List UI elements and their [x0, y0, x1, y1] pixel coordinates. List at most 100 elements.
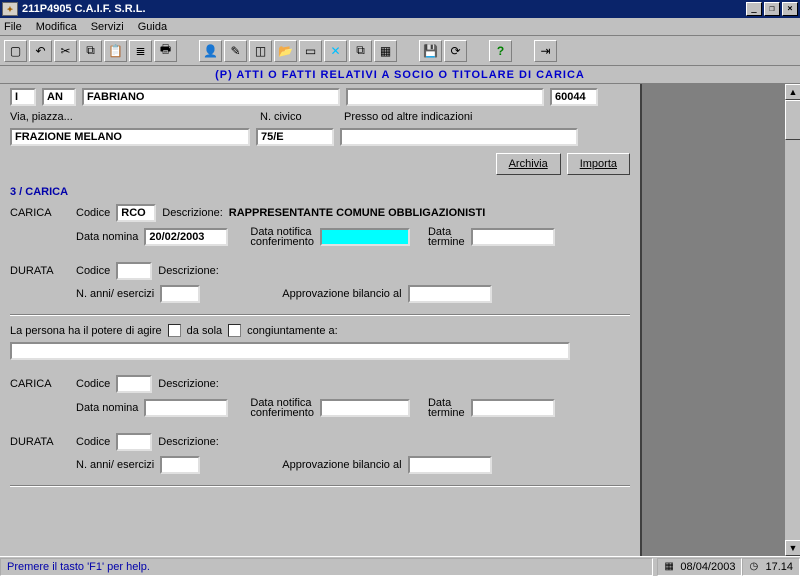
toolbar-refresh-icon[interactable]: ⟳ [444, 40, 467, 62]
toolbar-edit-icon[interactable]: ✎ [224, 40, 247, 62]
titlebar: ✦ 211P4905 C.A.I.F. S.R.L. _ ❐ × [0, 0, 800, 18]
agire-congiuntamente-checkbox[interactable] [228, 324, 241, 337]
form-panel: Via, piazza... N. civico Presso od altre… [0, 84, 640, 556]
scroll-thumb[interactable] [785, 100, 800, 140]
carica2-termine-input[interactable] [471, 399, 555, 417]
carica1-descr-value: RAPPRESENTANTE COMUNE OBBLIGAZIONISTI [229, 207, 485, 219]
durata2-approv-label: Approvazione bilancio al [282, 459, 401, 471]
toolbar-help-icon[interactable]: ? [489, 40, 512, 62]
agire-cb2-label: congiuntamente a: [247, 325, 338, 337]
durata2-approv-input[interactable] [408, 456, 492, 474]
carica1-nomina-input[interactable] [144, 228, 228, 246]
durata2-label: DURATA [10, 436, 70, 448]
divider [10, 314, 630, 316]
prov-input[interactable] [42, 88, 76, 106]
toolbar-grid-icon[interactable]: ▦ [374, 40, 397, 62]
toolbar: ▢ ↶ ✂ ⧉ 📋 ≣ 🖶 👤 ✎ ◫ 📂 ▭ ✕ ⧉ ▦ 💾 ⟳ ? ⇥ [0, 36, 800, 66]
menu-file[interactable]: File [4, 21, 22, 33]
importa-button[interactable]: Importa [567, 153, 630, 175]
toolbar-delete-icon[interactable]: ✕ [324, 40, 347, 62]
page-header: (P) ATTI O FATTI RELATIVI A SOCIO O TITO… [0, 66, 800, 84]
carica1-termine-input[interactable] [471, 228, 555, 246]
carica1-notifica-input[interactable] [320, 228, 410, 246]
toolbar-open-icon[interactable]: 📂 [274, 40, 297, 62]
status-date: 08/04/2003 [680, 561, 735, 573]
toolbar-doc-icon[interactable]: ◫ [249, 40, 272, 62]
presso-input[interactable] [340, 128, 578, 146]
durata1-descr-label: Descrizione: [158, 265, 219, 277]
via-input[interactable] [10, 128, 250, 146]
toolbar-exit-icon[interactable]: ⇥ [534, 40, 557, 62]
toolbar-card-icon[interactable]: ▭ [299, 40, 322, 62]
agire-cb1-label: da sola [187, 325, 222, 337]
presso-label: Presso od altre indicazioni [344, 111, 472, 123]
carica1-termine-label2: termine [428, 236, 465, 248]
maximize-button[interactable]: ❐ [764, 2, 780, 16]
carica2-descr-label: Descrizione: [158, 378, 219, 390]
carica1-codice-input[interactable] [116, 204, 156, 222]
menu-modifica[interactable]: Modifica [36, 21, 77, 33]
carica2-nomina-label: Data nomina [76, 402, 138, 414]
window-title: 211P4905 C.A.I.F. S.R.L. [22, 3, 146, 15]
carica1-descr-label: Descrizione: [162, 207, 223, 219]
durata2-descr-label: Descrizione: [158, 436, 219, 448]
right-pane [640, 84, 800, 556]
durata2-codice-input[interactable] [116, 433, 152, 451]
toolbar-copy-icon[interactable]: ⧉ [79, 40, 102, 62]
menu-guida[interactable]: Guida [138, 21, 167, 33]
toolbar-undo-icon[interactable]: ↶ [29, 40, 52, 62]
toolbar-save-icon[interactable]: 💾 [419, 40, 442, 62]
via-label: Via, piazza... [10, 111, 254, 123]
durata1-anni-label: N. anni/ esercizi [76, 288, 154, 300]
carica2-notifica-input[interactable] [320, 399, 410, 417]
section-title: 3 / CARICA [10, 186, 630, 198]
carica2-termine-label2: termine [428, 407, 465, 419]
statusbar: Premere il tasto 'F1' per help. ▦ 08/04/… [0, 556, 800, 576]
minimize-button[interactable]: _ [746, 2, 762, 16]
toolbar-copy2-icon[interactable]: ⧉ [349, 40, 372, 62]
agire-text: La persona ha il potere di agire [10, 325, 162, 337]
carica1-nomina-label: Data nomina [76, 231, 138, 243]
toolbar-user-icon[interactable]: 👤 [199, 40, 222, 62]
clock-icon: ◷ [749, 561, 765, 572]
durata1-label: DURATA [10, 265, 70, 277]
toolbar-print-icon[interactable]: 🖶 [154, 40, 177, 62]
carica2-codice-input[interactable] [116, 375, 152, 393]
app-icon: ✦ [2, 2, 18, 16]
civico-label: N. civico [260, 111, 338, 123]
prov-code-input[interactable] [10, 88, 36, 106]
scroll-down-icon[interactable]: ▼ [785, 540, 800, 556]
toolbar-new-icon[interactable]: ▢ [4, 40, 27, 62]
carica2-codice-label: Codice [76, 378, 110, 390]
civico-input[interactable] [256, 128, 334, 146]
toolbar-paste-icon[interactable]: 📋 [104, 40, 127, 62]
extra-input[interactable] [346, 88, 544, 106]
status-help: Premere il tasto 'F1' per help. [0, 558, 653, 576]
divider-bottom [10, 485, 630, 487]
carica2-label: CARICA [10, 378, 70, 390]
status-date-cell: ▦ 08/04/2003 [657, 558, 742, 576]
durata1-approv-input[interactable] [408, 285, 492, 303]
carica2-notifica-label2: conferimento [250, 407, 314, 419]
scroll-up-icon[interactable]: ▲ [785, 84, 800, 100]
toolbar-cut-icon[interactable]: ✂ [54, 40, 77, 62]
toolbar-list-icon[interactable]: ≣ [129, 40, 152, 62]
close-button[interactable]: × [782, 2, 798, 16]
agire-text-input[interactable] [10, 342, 570, 360]
menubar: File Modifica Servizi Guida [0, 18, 800, 36]
carica2-nomina-input[interactable] [144, 399, 228, 417]
cap-input[interactable] [550, 88, 598, 106]
durata1-approv-label: Approvazione bilancio al [282, 288, 401, 300]
durata1-codice-input[interactable] [116, 262, 152, 280]
status-time: 17.14 [765, 561, 793, 573]
comune-input[interactable] [82, 88, 340, 106]
vertical-scrollbar[interactable]: ▲ ▼ [784, 84, 800, 556]
durata1-anni-input[interactable] [160, 285, 200, 303]
archivia-button[interactable]: Archivia [496, 153, 561, 175]
agire-da-sola-checkbox[interactable] [168, 324, 181, 337]
durata2-codice-label: Codice [76, 436, 110, 448]
menu-servizi[interactable]: Servizi [91, 21, 124, 33]
durata2-anni-input[interactable] [160, 456, 200, 474]
status-time-cell: ◷ 17.14 [742, 558, 800, 576]
carica1-codice-label: Codice [76, 207, 110, 219]
